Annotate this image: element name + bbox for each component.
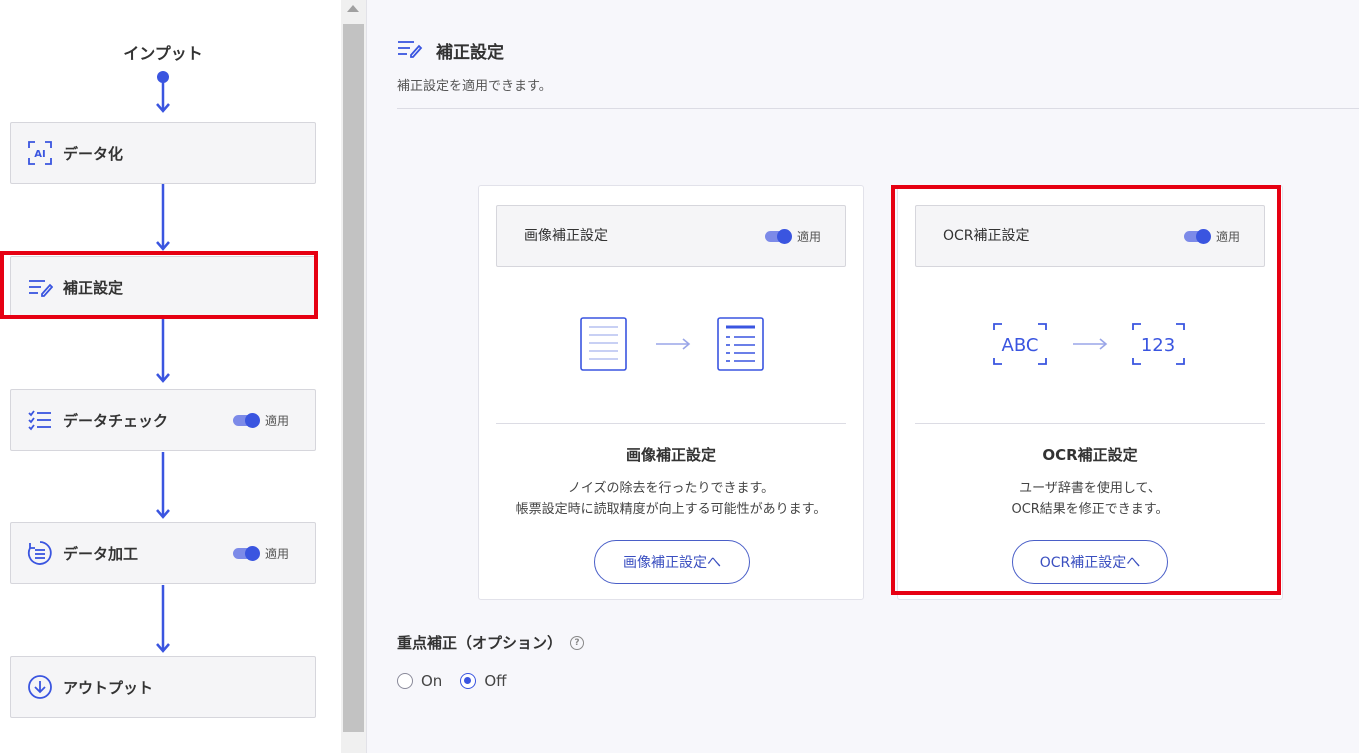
highlight-ocr-panel: [891, 185, 1281, 595]
toggle-label: 適用: [264, 546, 289, 561]
image-correction-settings-button[interactable]: 画像補正設定へ: [594, 540, 750, 584]
flow-step-data-check[interactable]: データチェック 適用: [10, 389, 316, 451]
flow-step-data-processing[interactable]: データ加工 適用: [10, 522, 316, 584]
scroll-up-arrow-icon[interactable]: [347, 5, 359, 12]
panel-divider: [366, 0, 367, 753]
toggle-switch[interactable]: [764, 228, 792, 244]
download-icon: [27, 674, 53, 700]
header-divider: [397, 108, 1359, 109]
flow-step-data-conversion[interactable]: AI データ化: [10, 122, 316, 184]
panel-description-line: 帳票設定時に読取精度が向上する可能性があります。: [515, 502, 827, 517]
flow-step-output[interactable]: アウトプット: [10, 656, 316, 718]
svg-text:AI: AI: [34, 149, 45, 160]
apply-toggle[interactable]: 適用: [232, 390, 289, 450]
priority-correction-option: 重点補正（オプション） ?: [397, 632, 585, 653]
flow-connectors: [156, 71, 170, 653]
panel-description-line: ノイズの除去を行ったりできます。: [567, 481, 775, 496]
highlight-correction-step: [0, 251, 318, 319]
toggle-switch[interactable]: [232, 412, 260, 428]
priority-correction-radio-group: On Off: [397, 672, 506, 690]
image-correction-panel: 画像補正設定 適用 画像補正設定 ノイズの除去を行ったりできます。 帳票設定時に…: [478, 185, 864, 600]
radio-off-label[interactable]: Off: [484, 672, 506, 690]
toggle-switch[interactable]: [232, 545, 260, 561]
document-after-icon: [717, 317, 764, 371]
flow-step-label: データ化: [63, 144, 124, 163]
flow-step-label: データ加工: [63, 544, 139, 563]
toggle-label: 適用: [264, 413, 289, 428]
apply-toggle[interactable]: 適用: [764, 206, 821, 266]
scrollbar[interactable]: [341, 0, 366, 753]
panel-name: 画像補正設定: [625, 446, 716, 464]
panel-separator: [496, 423, 846, 424]
panel-head-title: 画像補正設定: [524, 228, 608, 244]
option-title: 重点補正（オプション）: [397, 634, 563, 652]
flow-step-label: アウトプット: [63, 678, 154, 697]
checklist-icon: [27, 407, 53, 433]
apply-toggle[interactable]: 適用: [232, 523, 289, 583]
image-correction-illustration: [479, 314, 863, 374]
process-list-icon: [27, 540, 53, 566]
arrow-right-icon: [656, 338, 691, 350]
page-title: 補正設定: [436, 43, 504, 63]
ai-scan-icon: AI: [27, 140, 53, 166]
radio-off[interactable]: [460, 673, 477, 689]
flow-panel: インプット AI データ化 補正設定 データチェック 適用 データ加工 適用 ア…: [0, 0, 341, 753]
panel-description: ノイズの除去を行ったりできます。 帳票設定時に読取精度が向上する可能性があります…: [479, 478, 863, 520]
image-correction-header: 画像補正設定 適用: [496, 205, 846, 267]
help-icon[interactable]: ?: [570, 635, 585, 650]
document-before-icon: [580, 317, 627, 371]
radio-on-label[interactable]: On: [421, 672, 442, 690]
toggle-label: 適用: [796, 229, 821, 244]
radio-on[interactable]: [397, 673, 413, 689]
page-description: 補正設定を適用できます。: [397, 79, 552, 94]
scrollbar-thumb[interactable]: [343, 24, 364, 732]
flow-step-label: データチェック: [63, 411, 169, 430]
edit-list-icon: [397, 38, 425, 64]
